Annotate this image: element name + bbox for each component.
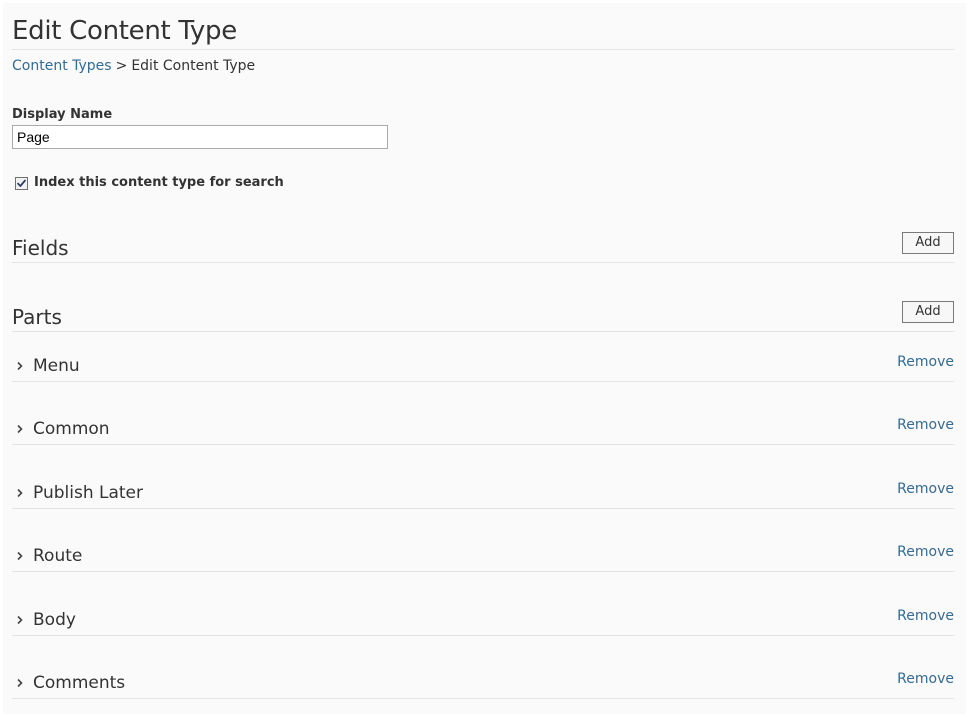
part-name: Route [33, 546, 83, 566]
breadcrumb-link-content-types[interactable]: Content Types [12, 58, 112, 74]
add-part-button[interactable]: Add [902, 301, 954, 323]
display-name-label: Display Name [12, 107, 113, 122]
part-name: Comments [33, 673, 126, 693]
part-divider [12, 508, 954, 509]
remove-part-link[interactable]: Remove [897, 543, 954, 561]
checkmark-icon [17, 179, 26, 187]
breadcrumb: Content Types > Edit Content Type [12, 57, 255, 75]
part-row[interactable]: Route Remove [12, 522, 954, 572]
index-checkbox[interactable] [15, 176, 28, 190]
page-container: Edit Content Type Content Types > Edit Con… [3, 3, 966, 714]
remove-part-link[interactable]: Remove [897, 416, 954, 434]
part-divider [12, 571, 954, 572]
remove-part-link[interactable]: Remove [897, 607, 954, 625]
breadcrumb-separator: > [115, 58, 128, 74]
page-title: Edit Content Type [12, 16, 237, 46]
index-checkbox-row[interactable]: Index this content type for search [15, 175, 284, 191]
part-name: Publish Later [33, 483, 144, 503]
part-name: Menu [33, 356, 80, 376]
chevron-right-icon[interactable] [16, 424, 24, 434]
title-divider [12, 49, 954, 50]
part-name: Body [33, 610, 76, 630]
part-row[interactable]: Comments Remove [12, 649, 954, 699]
chevron-right-icon[interactable] [16, 551, 24, 561]
chevron-right-icon[interactable] [16, 361, 24, 371]
remove-part-link[interactable]: Remove [897, 480, 954, 498]
add-field-button[interactable]: Add [902, 232, 954, 254]
chevron-right-icon[interactable] [16, 615, 24, 625]
part-row[interactable]: Body Remove [12, 586, 954, 636]
fields-divider [12, 262, 954, 263]
remove-part-link[interactable]: Remove [897, 670, 954, 688]
remove-part-link[interactable]: Remove [897, 353, 954, 371]
part-row[interactable]: Common Remove [12, 395, 954, 445]
index-checkbox-label: Index this content type for search [34, 175, 284, 190]
part-row[interactable]: Menu Remove [12, 332, 954, 382]
chevron-right-icon[interactable] [16, 488, 24, 498]
part-divider [12, 381, 954, 382]
display-name-input[interactable] [12, 125, 388, 149]
part-name: Common [33, 419, 110, 439]
part-row[interactable]: Publish Later Remove [12, 459, 954, 509]
part-divider [12, 635, 954, 636]
part-divider [12, 698, 954, 699]
breadcrumb-current: Edit Content Type [131, 58, 256, 74]
parts-heading: Parts [12, 305, 62, 329]
fields-heading: Fields [12, 236, 69, 260]
part-divider [12, 444, 954, 445]
chevron-right-icon[interactable] [16, 678, 24, 688]
